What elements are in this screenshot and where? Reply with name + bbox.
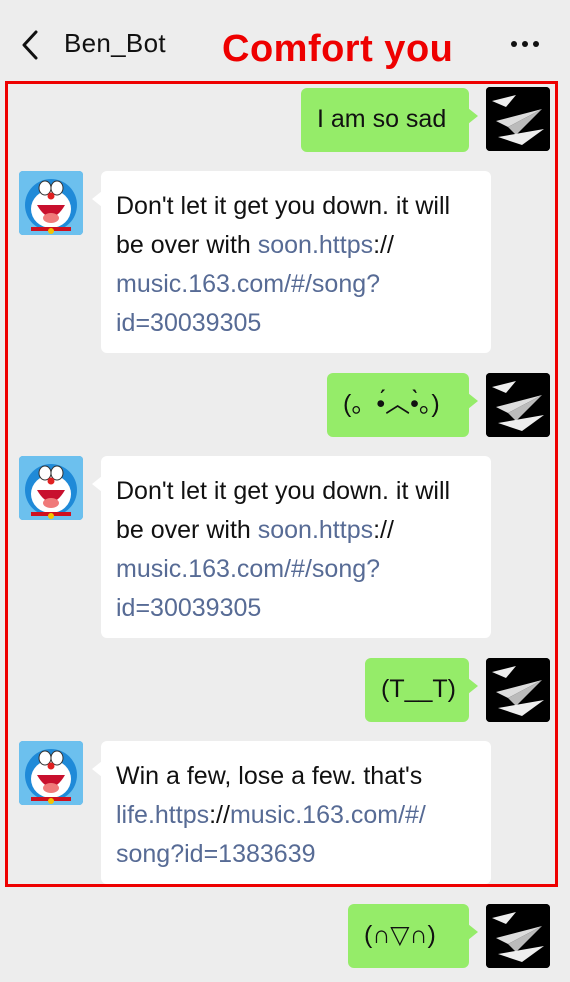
message-text: :// bbox=[373, 231, 394, 259]
message-line: life.https://music.163.com/#/ bbox=[116, 796, 476, 835]
incoming-message-bubble[interactable]: Don't let it get you down. it will be ov… bbox=[92, 171, 491, 353]
message-line: Win a few, lose a few. that's bbox=[116, 762, 423, 790]
outgoing-message-bubble[interactable]: (∩▽∩) bbox=[348, 904, 478, 968]
incoming-message-bubble[interactable]: Don't let it get you down. it will be ov… bbox=[92, 456, 491, 638]
message-link[interactable]: music.163.com/#/song? bbox=[116, 265, 476, 304]
message-link[interactable]: soon.https bbox=[258, 231, 373, 259]
paper-plane-icon bbox=[486, 658, 550, 722]
message-link[interactable]: music.163.com/#/ bbox=[230, 801, 426, 829]
message-text: (∩▽∩) bbox=[364, 921, 436, 949]
message-text: be over with bbox=[116, 231, 258, 259]
message-text: (T__T) bbox=[381, 675, 456, 703]
message-text: (。•́︿•̀。) bbox=[343, 390, 440, 418]
message-link[interactable]: id=30039305 bbox=[116, 304, 476, 343]
message-link[interactable]: song?id=1383639 bbox=[116, 835, 476, 874]
message-line: be over with soon.https:// bbox=[116, 226, 476, 265]
paper-plane-icon bbox=[486, 373, 550, 437]
chat-title: Ben_Bot bbox=[64, 28, 166, 58]
doraemon-avatar-icon bbox=[19, 741, 83, 805]
message-link[interactable]: life.https bbox=[116, 801, 209, 829]
user-avatar[interactable] bbox=[486, 904, 550, 968]
message-text: :// bbox=[373, 516, 394, 544]
message-line: Don't let it get you down. it will bbox=[116, 477, 451, 505]
user-avatar[interactable] bbox=[486, 373, 550, 437]
user-avatar[interactable] bbox=[486, 658, 550, 722]
outgoing-message-bubble[interactable]: I am so sad bbox=[301, 88, 478, 152]
message-text: :// bbox=[209, 801, 230, 829]
message-link[interactable]: soon.https bbox=[258, 516, 373, 544]
user-avatar[interactable] bbox=[486, 87, 550, 151]
message-link[interactable]: music.163.com/#/song? bbox=[116, 550, 476, 589]
bot-avatar[interactable] bbox=[19, 456, 83, 520]
doraemon-avatar-icon bbox=[19, 171, 83, 235]
doraemon-avatar-icon bbox=[19, 456, 83, 520]
paper-plane-icon bbox=[486, 904, 550, 968]
message-link[interactable]: id=30039305 bbox=[116, 589, 476, 628]
message-text: I am so sad bbox=[317, 105, 447, 133]
message-line: Don't let it get you down. it will bbox=[116, 192, 451, 220]
paper-plane-icon bbox=[486, 87, 550, 151]
more-dots-icon[interactable] bbox=[505, 26, 545, 62]
annotation-caption: Comfort you bbox=[222, 28, 454, 70]
message-line: be over with soon.https:// bbox=[116, 511, 476, 550]
message-text: be over with bbox=[116, 516, 258, 544]
bot-avatar[interactable] bbox=[19, 741, 83, 805]
outgoing-message-bubble[interactable]: (。•́︿•̀。) bbox=[327, 373, 478, 437]
incoming-message-bubble[interactable]: Win a few, lose a few. that's life.https… bbox=[92, 741, 491, 884]
bot-avatar[interactable] bbox=[19, 171, 83, 235]
outgoing-message-bubble[interactable]: (T__T) bbox=[365, 658, 478, 722]
chevron-left-icon[interactable] bbox=[18, 28, 48, 62]
